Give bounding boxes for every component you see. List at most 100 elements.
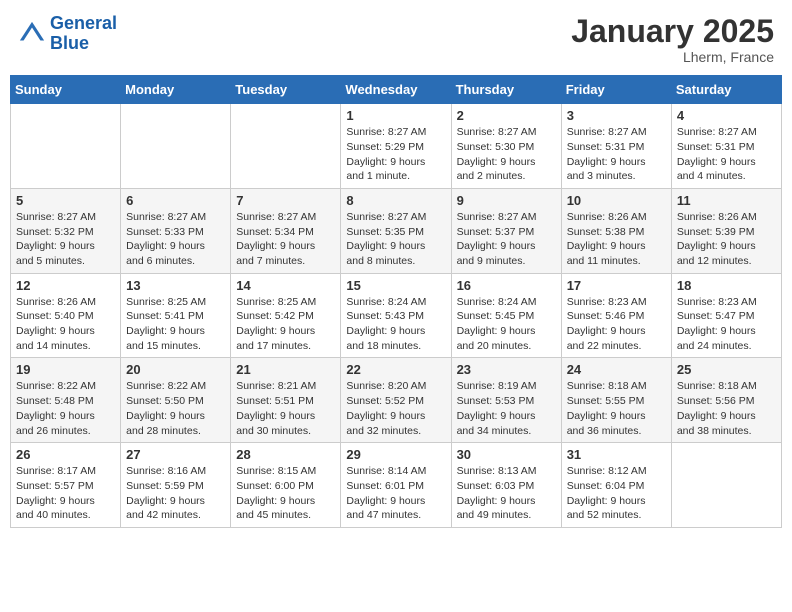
calendar-cell: 14Sunrise: 8:25 AMSunset: 5:42 PMDayligh… [231,273,341,358]
sunrise-text: Sunrise: 8:27 AM [457,126,537,138]
calendar-cell: 8 Sunrise: 8:27 AM Sunset: 5:35 PM Daylight… [341,188,451,273]
calendar-cell: 15Sunrise: 8:24 AMSunset: 5:43 PMDayligh… [341,273,451,358]
calendar-cell: 6Sunrise: 8:27 AMSunset: 5:33 PMDaylight… [121,188,231,273]
daylight-text: Daylight: 9 hours and 9 minutes. [457,240,536,267]
daylight-text: Daylight: 9 hours and 49 minutes. [457,495,536,522]
cell-content: Sunrise: 8:22 AMSunset: 5:48 PMDaylight:… [16,379,115,438]
sunrise-text: Sunrise: 8:16 AM [126,465,206,477]
day-number: 1 [346,108,445,123]
weekday-header-wednesday: Wednesday [341,76,451,104]
calendar-cell: 30Sunrise: 8:13 AMSunset: 6:03 PMDayligh… [451,443,561,528]
calendar-cell: 23Sunrise: 8:19 AMSunset: 5:53 PMDayligh… [451,358,561,443]
daylight-text: Daylight: 9 hours and 3 minutes. [567,156,646,183]
cell-content: Sunrise: 8:20 AMSunset: 5:52 PMDaylight:… [346,379,445,438]
day-number: 14 [236,278,335,293]
sunset-text: Sunset: 6:00 PM [236,480,314,492]
calendar-cell: 13Sunrise: 8:25 AMSunset: 5:41 PMDayligh… [121,273,231,358]
cell-content: Sunrise: 8:21 AMSunset: 5:51 PMDaylight:… [236,379,335,438]
calendar-cell: 3 Sunrise: 8:27 AMSunset: 5:31 PMDaylight… [561,104,671,189]
calendar-cell [121,104,231,189]
calendar-week-1: 1 Sunrise: 8:27 AM Sunset: 5:29 PM Daylight… [11,104,782,189]
sunset-text: Sunset: 5:47 PM [677,310,755,322]
logo-line2: Blue [50,33,89,53]
sunrise-text: Sunrise: 8:20 AM [346,380,426,392]
sunrise-text: Sunrise: 8:27 AM [346,211,426,223]
calendar-cell: 21Sunrise: 8:21 AMSunset: 5:51 PMDayligh… [231,358,341,443]
day-number: 15 [346,278,445,293]
cell-content: Sunrise: 8:26 AMSunset: 5:39 PMDaylight:… [677,210,776,269]
daylight-text: Daylight: 9 hours and 28 minutes. [126,410,205,437]
sunrise-text: Sunrise: 8:27 AM [677,126,757,138]
sunrise-text: Sunrise: 8:24 AM [346,296,426,308]
sunrise-text: Sunrise: 8:22 AM [16,380,96,392]
daylight-text: Daylight: 9 hours and 2 minutes. [457,156,536,183]
month-year: January 2025 [571,14,774,49]
cell-content: Sunrise: 8:15 AMSunset: 6:00 PMDaylight:… [236,464,335,523]
sunset-text: Sunset: 5:59 PM [126,480,204,492]
day-number: 8 [346,193,445,208]
sunrise-text: Sunrise: 8:12 AM [567,465,647,477]
day-number: 3 [567,108,666,123]
sunrise-text: Sunrise: 8:21 AM [236,380,316,392]
sunrise-text: Sunrise: 8:18 AM [567,380,647,392]
cell-content: Sunrise: 8:27 AM Sunset: 5:35 PM Daylight:… [346,210,445,269]
weekday-header-row: SundayMondayTuesdayWednesdayThursdayFrid… [11,76,782,104]
cell-content: Sunrise: 8:27 AMSunset: 5:31 PMDaylight:… [567,125,666,184]
day-number: 25 [677,362,776,377]
calendar-table: SundayMondayTuesdayWednesdayThursdayFrid… [10,75,782,528]
sunset-text: Sunset: 5:45 PM [457,310,535,322]
daylight-text: Daylight: 9 hours and 38 minutes. [677,410,756,437]
day-number: 9 [457,193,556,208]
cell-content: Sunrise: 8:16 AM Sunset: 5:59 PM Daylight:… [126,464,225,523]
sunset-text: Sunset: 5:35 PM [346,226,424,238]
daylight-text: Daylight: 9 hours and 18 minutes. [346,325,425,352]
day-number: 7 [236,193,335,208]
daylight-text: Daylight: 9 hours and 40 minutes. [16,495,95,522]
daylight-text: Daylight: 9 hours and 4 minutes. [677,156,756,183]
logo-text: General Blue [50,14,117,54]
daylight-text: Daylight: 9 hours and 17 minutes. [236,325,315,352]
daylight-text: Daylight: 9 hours and 8 minutes. [346,240,425,267]
calendar-cell [11,104,121,189]
sunset-text: Sunset: 6:04 PM [567,480,645,492]
day-number: 24 [567,362,666,377]
calendar-cell: 16Sunrise: 8:24 AMSunset: 5:45 PMDayligh… [451,273,561,358]
sunrise-text: Sunrise: 8:27 AM [16,211,96,223]
sunset-text: Sunset: 6:03 PM [457,480,535,492]
calendar-cell: 10Sunrise: 8:26 AMSunset: 5:38 PMDayligh… [561,188,671,273]
sunset-text: Sunset: 5:50 PM [126,395,204,407]
calendar-week-5: 26Sunrise: 8:17 AMSunset: 5:57 PMDayligh… [11,443,782,528]
sunrise-text: Sunrise: 8:17 AM [16,465,96,477]
sunset-text: Sunset: 5:31 PM [677,141,755,153]
calendar-cell: 17Sunrise: 8:23 AMSunset: 5:46 PMDayligh… [561,273,671,358]
day-number: 5 [16,193,115,208]
sunrise-text: Sunrise: 8:18 AM [677,380,757,392]
sunset-text: Sunset: 5:55 PM [567,395,645,407]
day-number: 29 [346,447,445,462]
cell-content: Sunrise: 8:12 AMSunset: 6:04 PMDaylight:… [567,464,666,523]
daylight-text: Daylight: 9 hours and 36 minutes. [567,410,646,437]
cell-content: Sunrise: 8:24 AMSunset: 5:45 PMDaylight:… [457,295,556,354]
calendar-cell: 7Sunrise: 8:27 AMSunset: 5:34 PMDaylight… [231,188,341,273]
daylight-text: Daylight: 9 hours and 42 minutes. [126,495,205,522]
weekday-header-friday: Friday [561,76,671,104]
sunset-text: Sunset: 5:53 PM [457,395,535,407]
cell-content: Sunrise: 8:23 AMSunset: 5:46 PMDaylight:… [567,295,666,354]
sunset-text: Sunset: 5:33 PM [126,226,204,238]
calendar-cell: 1Sunrise: 8:27 AMSunset: 5:29 PMDaylight… [341,104,451,189]
cell-content: Sunrise: 8:27 AMSunset: 5:30 PMDaylight:… [457,125,556,184]
daylight-text: Daylight: 9 hours and 11 minutes. [567,240,646,267]
daylight-text: Daylight: 9 hours and 1 minute. [346,156,425,183]
sunrise-text: Sunrise: 8:27 AM [236,211,316,223]
calendar-cell: 9Sunrise: 8:27 AMSunset: 5:37 PMDaylight… [451,188,561,273]
cell-content: Sunrise: 8:27 AM Sunset: 5:31 PM Daylight:… [677,125,776,184]
calendar-cell: 31Sunrise: 8:12 AMSunset: 6:04 PMDayligh… [561,443,671,528]
logo-icon [18,20,46,48]
day-number: 10 [567,193,666,208]
daylight-text: Daylight: 9 hours and 45 minutes. [236,495,315,522]
day-number: 28 [236,447,335,462]
location: Lherm, France [571,49,774,65]
daylight-text: Daylight: 9 hours and 12 minutes. [677,240,756,267]
sunset-text: Sunset: 6:01 PM [346,480,424,492]
sunset-text: Sunset: 5:29 PM [346,141,424,153]
